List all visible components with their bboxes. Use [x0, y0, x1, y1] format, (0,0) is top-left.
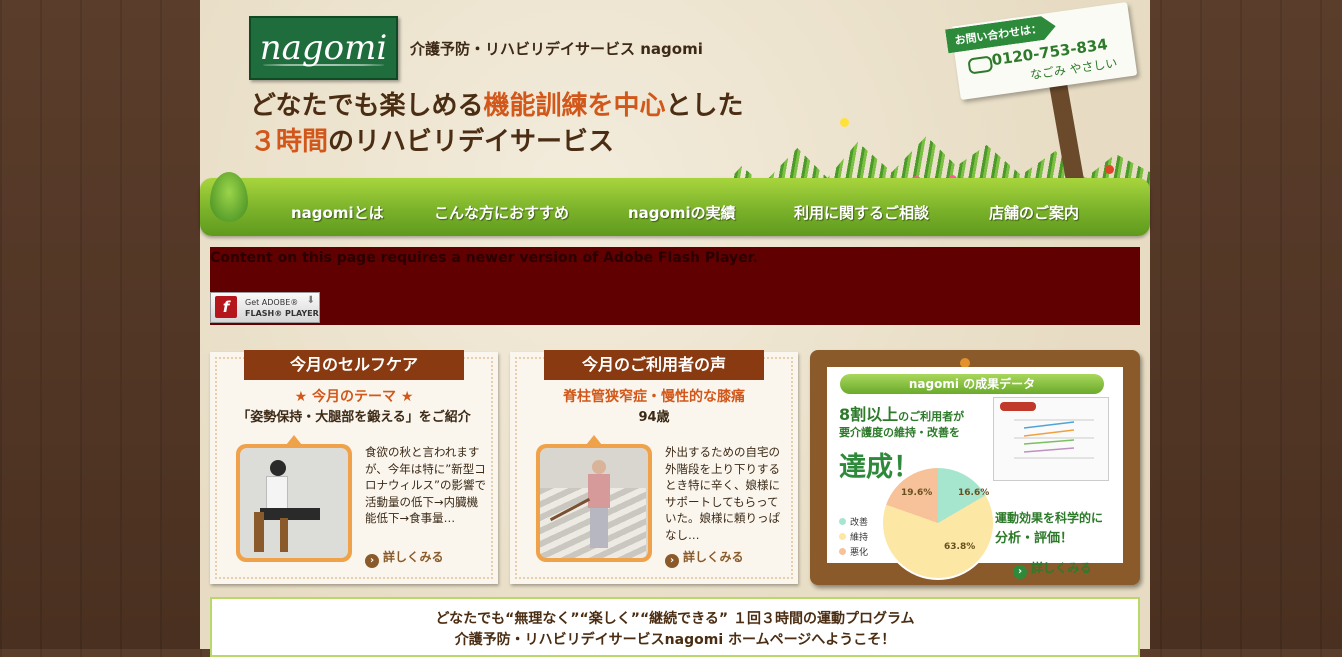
results-pie-chart [881, 466, 995, 580]
results-line1: 8割以上のご利用者が [839, 401, 964, 425]
flash-area: Content on this page requires a newer ve… [210, 247, 1140, 325]
headline-part-d: ３時間 [250, 127, 329, 157]
results-right1: 運動効果を科学的に [995, 511, 1104, 525]
more-label: 詳しくみる [683, 550, 744, 564]
freedial-icon [967, 55, 994, 75]
selfcare-title: 今月のセルフケア [244, 350, 464, 380]
results-line1-rest: のご利用者が [898, 410, 965, 423]
selfcare-card: 今月のセルフケア ★ 今月のテーマ ★ 「姿勢保持・大腿部を鍛える」をご紹介 食… [210, 350, 498, 584]
pie-label-maintain: 63.8% [944, 542, 976, 552]
pie-label-worsen: 19.6% [901, 488, 933, 498]
results-more-link[interactable]: › 詳しくみる [1013, 559, 1091, 579]
voice-title: 今月のご利用者の声 [544, 350, 764, 380]
selfcare-more-link[interactable]: › 詳しくみる [365, 548, 443, 568]
welcome-line2: 介護予防・リハビリデイサービスnagomi ホームページへようこそ！ [454, 632, 896, 648]
mini-line-chart [993, 397, 1109, 481]
flash-button-line2: FLASH® PLAYER [245, 309, 319, 318]
legend-dot [839, 518, 846, 525]
leaf-icon [210, 172, 248, 222]
flash-message: Content on this page requires a newer ve… [210, 250, 758, 266]
headline-part-a: どなたでも楽しめる [250, 91, 484, 121]
headline-part-c: とした [665, 91, 744, 121]
voice-text: 外出するための自宅の外階段を上り下りするとき特に辛く、娘様にサポートしてもらって… [665, 445, 780, 542]
selfcare-photo [240, 448, 348, 558]
nav-item-about[interactable]: nagomiとは [291, 202, 384, 223]
legend-dot [839, 533, 846, 540]
results-line2: 要介護度の維持・改善を [839, 426, 960, 439]
get-flash-button[interactable]: f Get ADOBE® FLASH® PLAYER ⬇ [210, 292, 320, 323]
arrow-circle-icon: › [365, 554, 379, 568]
more-label: 詳しくみる [1031, 561, 1092, 575]
results-board[interactable]: nagomi の成果データ 8割以上のご利用者が 要介護度の維持・改善を 達成！… [810, 350, 1140, 585]
pie-label-improve: 16.6% [958, 488, 990, 498]
arrow-circle-icon: › [665, 554, 679, 568]
legend-label: 維持 [850, 533, 869, 543]
nav-item-stores[interactable]: 店舗のご案内 [989, 202, 1079, 223]
arrow-circle-icon: › [1013, 565, 1027, 579]
main-nav: nagomiとは こんな方におすすめ nagomiの実績 利用に関するご相談 店… [200, 172, 1150, 236]
legend-label: 悪化 [850, 548, 869, 558]
welcome-line1: どなたでも“無理なく”“楽しく”“継続できる” １回３時間の運動プログラム [435, 611, 915, 627]
voice-photo-frame[interactable] [536, 435, 652, 562]
site-name: 介護予防・リハビリデイサービス nagomi [410, 40, 703, 58]
results-paper: nagomi の成果データ 8割以上のご利用者が 要介護度の維持・改善を 達成！… [827, 367, 1123, 580]
butterfly-decoration [1105, 165, 1114, 174]
results-title: nagomi の成果データ [840, 374, 1104, 394]
logo-text: nagomi [259, 28, 388, 68]
welcome-box: どなたでも“無理なく”“楽しく”“継続できる” １回３時間の運動プログラム 介護… [210, 597, 1140, 657]
nav-item-results[interactable]: nagomiの実績 [628, 202, 736, 223]
results-line1-big: 8割以上 [839, 405, 899, 424]
headline-part-b: 機能訓練を中心 [483, 91, 666, 121]
headline: どなたでも楽しめる機能訓練を中心とした ３時間のリハビリデイサービス [250, 88, 744, 160]
nav-item-consult[interactable]: 利用に関するご相談 [794, 202, 929, 223]
legend-item-maintain: 維持 [839, 530, 868, 543]
legend-label: 改善 [850, 518, 869, 528]
legend-item-improve: 改善 [839, 515, 868, 528]
voice-more-link[interactable]: › 詳しくみる [665, 548, 743, 568]
voice-card: 今月のご利用者の声 脊柱管狭窄症・慢性的な膝痛 94歳 外出するための自宅の外階… [510, 350, 798, 584]
selfcare-photo-frame[interactable] [236, 435, 352, 562]
nav-item-recommend[interactable]: こんな方におすすめ [434, 202, 569, 223]
flash-logo-icon: f [215, 296, 237, 318]
selfcare-subtitle: 「姿勢保持・大腿部を鍛える」をご紹介 [237, 410, 471, 425]
page: nagomi 介護予防・リハビリデイサービス nagomi どなたでも楽しめる機… [200, 0, 1150, 657]
flower-decoration [840, 118, 849, 127]
results-right2: 分析・評価！ [995, 531, 1074, 546]
voice-condition: 脊柱管狭窄症・慢性的な膝痛 [563, 389, 745, 405]
mini-line-chart-svg [1000, 402, 1094, 459]
contact-sign[interactable]: お問い合わせは： 0120-753-834 なごみ やさしい [951, 1, 1138, 101]
selfcare-text: 食欲の秋と言われますが、今年は特に”新型コロナウィルス”の影響で活動量の低下→内… [365, 445, 486, 526]
headline-part-e: のリハビリデイサービス [328, 127, 615, 157]
more-label: 詳しくみる [383, 550, 444, 564]
voice-photo [540, 448, 648, 558]
flash-button-line1: Get ADOBE® [245, 298, 299, 307]
voice-age: 94歳 [638, 410, 670, 425]
legend-dot [839, 548, 846, 555]
selfcare-theme: ★ 今月のテーマ ★ [294, 389, 414, 405]
nagomi-logo[interactable]: nagomi [249, 16, 398, 80]
download-arrow-icon: ⬇ [306, 295, 315, 306]
legend-item-worsen: 悪化 [839, 545, 868, 558]
